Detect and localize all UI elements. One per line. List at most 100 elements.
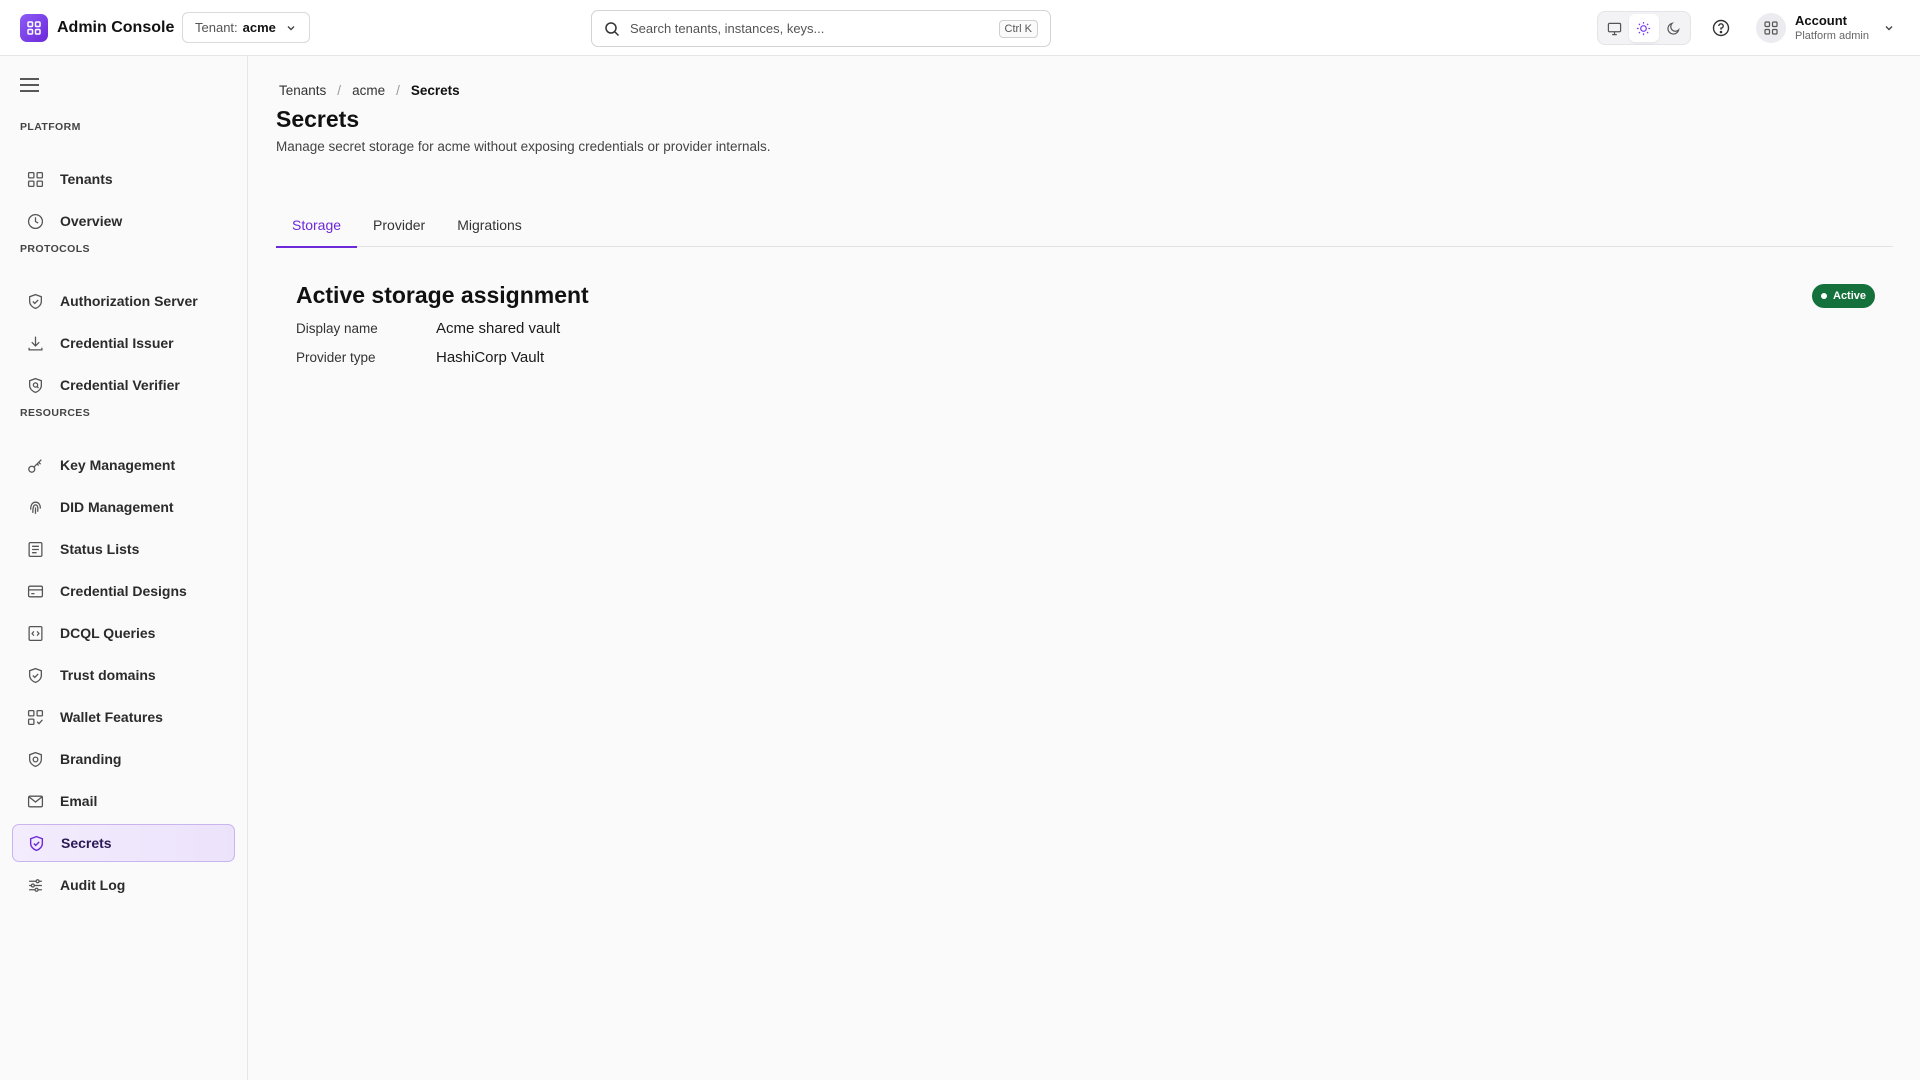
display-name-label: Display name bbox=[296, 321, 378, 336]
sidebar-item-did-management[interactable]: DID Management bbox=[12, 488, 235, 526]
assignment-title: Active storage assignment bbox=[296, 282, 589, 308]
tenant-selector[interactable]: Tenant: acme bbox=[182, 12, 310, 43]
status-badge-label: Active bbox=[1833, 290, 1867, 302]
sidebar-item-label: Audit Log bbox=[60, 877, 126, 893]
sidebar-item-wallet-features[interactable]: Wallet Features bbox=[12, 698, 235, 736]
tab-provider[interactable]: Provider bbox=[357, 203, 441, 247]
app-title: Admin Console bbox=[57, 19, 175, 36]
sidebar-item-secrets[interactable]: Secrets bbox=[12, 824, 235, 862]
sidebar-item-label: Secrets bbox=[61, 835, 112, 851]
shield-search-icon bbox=[26, 376, 44, 394]
search-input[interactable] bbox=[630, 21, 999, 36]
app-logo-icon bbox=[20, 14, 48, 42]
top-bar: Admin Console Tenant: acme Ctrl K bbox=[0, 0, 1920, 56]
provider-type-value: HashiCorp Vault bbox=[436, 349, 545, 366]
sidebar-item-credential-verifier[interactable]: Credential Verifier bbox=[12, 366, 235, 404]
page-subtitle: Manage secret storage for acme without e… bbox=[276, 139, 771, 154]
sidebar-item-label: Credential Verifier bbox=[60, 377, 180, 393]
sidebar-item-overview[interactable]: Overview bbox=[12, 202, 235, 240]
status-dot-icon bbox=[1821, 293, 1827, 299]
brand[interactable]: Admin Console bbox=[20, 14, 174, 42]
main-content: Tenants / acme / Secrets Secrets Manage … bbox=[249, 56, 1920, 1080]
sidebar-item-label: Overview bbox=[60, 213, 123, 229]
tenant-value: acme bbox=[242, 20, 276, 35]
grid-icon bbox=[26, 170, 44, 188]
theme-system-button[interactable] bbox=[1600, 14, 1629, 42]
sidebar-item-label: DCQL Queries bbox=[60, 625, 156, 641]
card-icon bbox=[26, 582, 44, 600]
page-title: Secrets bbox=[276, 106, 360, 132]
download-icon bbox=[26, 334, 44, 352]
grid-check-icon bbox=[26, 708, 44, 726]
section-label-resources: RESOURCES bbox=[20, 407, 91, 419]
sidebar-item-tenants[interactable]: Tenants bbox=[12, 160, 235, 198]
breadcrumb-separator: / bbox=[396, 83, 400, 98]
breadcrumb: Tenants / acme / Secrets bbox=[279, 83, 460, 98]
breadcrumb-current: Secrets bbox=[410, 83, 460, 98]
list-icon bbox=[26, 540, 44, 558]
sidebar-item-audit-log[interactable]: Audit Log bbox=[12, 866, 235, 904]
tab-migrations[interactable]: Migrations bbox=[441, 203, 538, 247]
mail-icon bbox=[26, 792, 44, 810]
code-file-icon bbox=[26, 624, 44, 642]
hamburger-icon bbox=[20, 78, 39, 92]
search-icon bbox=[604, 21, 620, 37]
sidebar-item-label: Trust domains bbox=[60, 667, 156, 683]
sidebar-item-label: Branding bbox=[60, 751, 122, 767]
tab-bar: Storage Provider Migrations bbox=[276, 203, 1893, 248]
chevron-down-icon bbox=[1883, 22, 1895, 34]
shield-check-icon bbox=[27, 834, 45, 852]
sidebar-item-label: DID Management bbox=[60, 499, 174, 515]
provider-type-label: Provider type bbox=[296, 350, 376, 365]
moon-icon bbox=[1667, 21, 1680, 35]
sidebar-item-email[interactable]: Email bbox=[12, 782, 235, 820]
search-shortcut: Ctrl K bbox=[998, 19, 1038, 38]
theme-switcher bbox=[1597, 11, 1691, 45]
section-label-protocols: PROTOCOLS bbox=[20, 243, 90, 255]
display-name-value: Acme shared vault bbox=[436, 320, 561, 337]
sidebar-item-label: Key Management bbox=[60, 457, 176, 473]
fingerprint-icon bbox=[26, 498, 44, 516]
clock-icon bbox=[26, 212, 44, 230]
section-label-platform: PLATFORM bbox=[20, 121, 81, 133]
account-role: Platform admin bbox=[1795, 30, 1869, 43]
sidebar-item-status-lists[interactable]: Status Lists bbox=[12, 530, 235, 568]
help-button[interactable] bbox=[1709, 16, 1733, 40]
sidebar-item-label: Credential Designs bbox=[60, 583, 187, 599]
theme-light-button[interactable] bbox=[1629, 14, 1659, 42]
account-name: Account bbox=[1795, 12, 1847, 28]
sliders-icon bbox=[26, 876, 44, 894]
status-badge: Active bbox=[1812, 284, 1876, 308]
menu-toggle-button[interactable] bbox=[19, 76, 41, 94]
key-icon bbox=[26, 456, 44, 474]
account-menu[interactable]: Account Platform admin bbox=[1756, 12, 1895, 44]
sidebar-item-label: Wallet Features bbox=[60, 709, 163, 725]
sidebar: PLATFORM Tenants Overview PROTOCOLS Auth… bbox=[0, 56, 248, 1080]
theme-dark-button[interactable] bbox=[1659, 14, 1688, 42]
monitor-icon bbox=[1607, 22, 1622, 35]
sidebar-item-authorization-server[interactable]: Authorization Server bbox=[12, 282, 235, 320]
tenant-label: Tenant: bbox=[195, 20, 238, 35]
shield-check-icon bbox=[26, 666, 44, 684]
sidebar-item-label: Credential Issuer bbox=[60, 335, 174, 351]
tab-storage[interactable]: Storage bbox=[276, 203, 358, 248]
breadcrumb-separator: / bbox=[337, 83, 342, 98]
sidebar-item-key-management[interactable]: Key Management bbox=[12, 446, 235, 484]
breadcrumb-acme[interactable]: acme bbox=[352, 83, 385, 98]
sidebar-item-label: Email bbox=[60, 793, 98, 809]
sidebar-item-dcql-queries[interactable]: DCQL Queries bbox=[12, 614, 235, 652]
help-circle-icon bbox=[1712, 19, 1730, 37]
sidebar-item-label: Authorization Server bbox=[60, 293, 198, 309]
sidebar-item-label: Status Lists bbox=[60, 541, 140, 557]
breadcrumb-tenants[interactable]: Tenants bbox=[279, 83, 326, 98]
global-search[interactable]: Ctrl K bbox=[591, 10, 1051, 47]
shield-brand-icon bbox=[26, 750, 44, 768]
sidebar-item-credential-designs[interactable]: Credential Designs bbox=[12, 572, 235, 610]
sidebar-item-branding[interactable]: Branding bbox=[12, 740, 235, 778]
shield-check-icon bbox=[26, 292, 44, 310]
grid-icon bbox=[1764, 21, 1778, 35]
sidebar-item-trust-domains[interactable]: Trust domains bbox=[12, 656, 235, 694]
chevron-down-icon bbox=[285, 22, 297, 34]
sun-icon bbox=[1637, 21, 1651, 35]
sidebar-item-credential-issuer[interactable]: Credential Issuer bbox=[12, 324, 235, 362]
